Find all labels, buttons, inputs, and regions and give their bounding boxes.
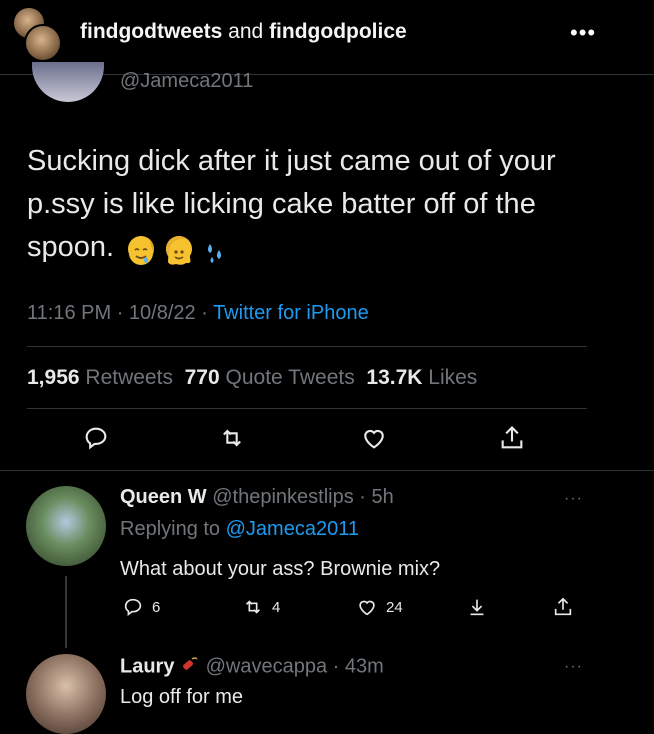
meta-separator: ·: [201, 302, 214, 324]
retweet-icon: [245, 600, 261, 614]
like-icon: [359, 600, 375, 616]
more-options-icon[interactable]: •••: [570, 20, 596, 46]
retweets-label: Retweets: [85, 366, 173, 389]
dynamite-icon: [180, 654, 200, 680]
reply-avatar[interactable]: [26, 654, 106, 734]
likes-label: Likes: [428, 366, 478, 389]
likes-stat[interactable]: 13.7K Likes: [366, 366, 477, 389]
share-icon: [554, 597, 572, 616]
account-name-1[interactable]: findgodtweets: [80, 20, 222, 43]
tweet-body: Sucking dick after it just came out of y…: [27, 140, 627, 270]
reply-icon[interactable]: [78, 420, 114, 456]
like-count: 24: [386, 598, 403, 616]
reply-reply-button[interactable]: 6: [122, 596, 160, 618]
reply-author-handle[interactable]: @thepinkestlips: [212, 486, 353, 508]
replying-prefix: Replying to: [120, 518, 221, 540]
tweet-text: Sucking dick after it just came out of y…: [27, 145, 556, 263]
tweet-emojis: [128, 227, 230, 270]
meta-separator: ·: [359, 486, 372, 508]
tweet-meta: 11:16 PM · 10/8/22 · Twitter for iPhone: [27, 302, 369, 325]
reply-header: Laury @wavecappa · 43m: [120, 654, 384, 680]
quotes-label: Quote Tweets: [225, 366, 355, 389]
reply-author-name[interactable]: Laury: [120, 655, 174, 677]
tweet-divider: [0, 470, 654, 471]
retweet-count: 4: [272, 598, 281, 616]
meta-separator: ·: [332, 655, 345, 678]
reply-more-icon[interactable]: ···: [564, 490, 583, 508]
account-avatar-2[interactable]: [24, 24, 62, 62]
meta-separator: ·: [116, 302, 129, 324]
reply-laury[interactable]: Laury @wavecappa · 43m ··· Log off for m…: [0, 648, 654, 734]
tweet-source[interactable]: Twitter for iPhone: [213, 302, 369, 324]
meta-divider: [27, 346, 587, 347]
thread-line: [65, 576, 67, 648]
reply-like-button[interactable]: 24: [356, 596, 403, 618]
reply-more-icon[interactable]: ···: [564, 658, 583, 676]
reply-author-handle[interactable]: @wavecappa: [206, 655, 327, 677]
reply-count: 6: [152, 598, 161, 616]
reply-avatar[interactable]: [26, 486, 106, 566]
reply-time[interactable]: 5h: [372, 486, 394, 508]
reply-queen-w[interactable]: Queen W @thepinkestlips · 5h ··· Replyin…: [0, 478, 654, 648]
stats-divider: [27, 408, 587, 409]
reply-retweet-button[interactable]: 4: [242, 596, 280, 618]
reply-icon: [124, 598, 142, 617]
tweet-author-avatar[interactable]: [32, 62, 104, 102]
reply-time[interactable]: 43m: [345, 655, 384, 677]
reply-header: Queen W @thepinkestlips · 5h: [120, 486, 394, 509]
retweets-stat[interactable]: 1,956 Retweets: [27, 366, 173, 389]
tweet-actions: [0, 420, 654, 460]
tweet-date[interactable]: 10/8/22: [129, 302, 196, 324]
header-title: findgodtweets and findgodpolice: [80, 20, 407, 44]
replying-to: Replying to @Jameca2011: [120, 518, 359, 541]
retweet-icon[interactable]: [214, 420, 250, 456]
quotes-stat[interactable]: 770 Quote Tweets: [185, 366, 355, 389]
likes-count: 13.7K: [366, 366, 423, 389]
reply-download-button[interactable]: [466, 596, 488, 618]
tweet-time[interactable]: 11:16 PM: [27, 302, 111, 324]
download-icon: [470, 599, 484, 616]
replying-to-handle[interactable]: @Jameca2011: [226, 518, 359, 540]
account-name-2[interactable]: findgodpolice: [269, 20, 407, 43]
reply-author-name[interactable]: Queen W: [120, 486, 207, 508]
reply-text: Log off for me: [120, 686, 244, 708]
reply-share-button[interactable]: [552, 596, 574, 618]
tweet-author-handle[interactable]: @Jameca2011: [120, 70, 253, 93]
like-icon[interactable]: [356, 420, 392, 456]
reply-text: What about your ass? Brownie mix?: [120, 558, 441, 580]
tweet-stats: 1,956 Retweets 770 Quote Tweets 13.7K Li…: [27, 366, 477, 390]
quotes-count: 770: [184, 366, 220, 389]
sweat-droplets-icon: [204, 236, 226, 264]
retweets-count: 1,956: [27, 366, 80, 389]
and-text: and: [228, 20, 264, 43]
drooling-face-icon: [128, 236, 155, 266]
melting-face-icon: [166, 236, 193, 265]
share-icon[interactable]: [494, 420, 530, 456]
